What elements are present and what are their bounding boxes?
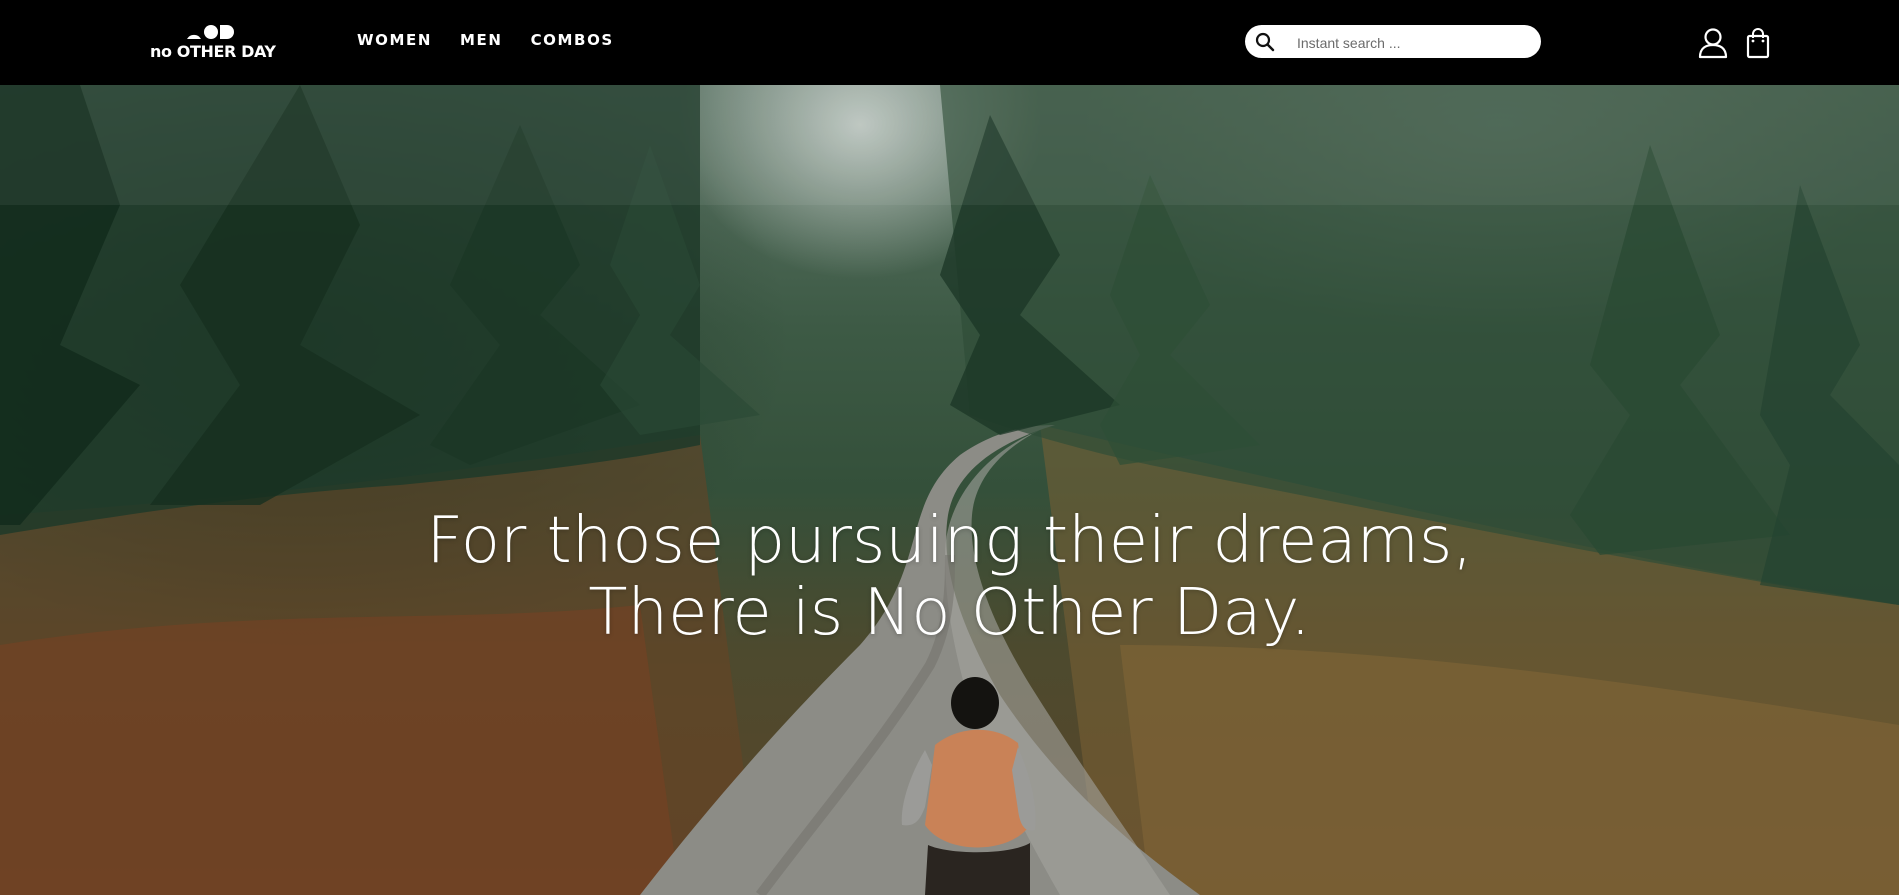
logo-mark-icon [187,25,234,39]
account-icon[interactable] [1698,27,1728,59]
site-header: no OTHER DAY WOMEN MEN COMBOS [0,0,1899,85]
nav-women[interactable]: WOMEN [357,31,432,49]
brand-logo[interactable]: no OTHER DAY [150,24,276,62]
main-nav: WOMEN MEN COMBOS [357,31,614,49]
search-icon[interactable] [1255,32,1275,52]
hero-image [0,85,1899,895]
search-input[interactable] [1295,29,1529,56]
search-bar [1245,25,1541,58]
nav-combos[interactable]: COMBOS [531,31,614,49]
hero-banner: For those pursuing their dreams, There i… [0,85,1899,895]
nav-men[interactable]: MEN [460,31,503,49]
hero-headline-line-1: For those pursuing their dreams, [426,504,1473,578]
cart-icon[interactable] [1746,27,1770,59]
hero-headline-line-2: There is No Other Day. [588,576,1311,650]
hero-headline: For those pursuing their dreams, There i… [0,505,1899,649]
logo-text: no OTHER DAY [150,42,276,61]
